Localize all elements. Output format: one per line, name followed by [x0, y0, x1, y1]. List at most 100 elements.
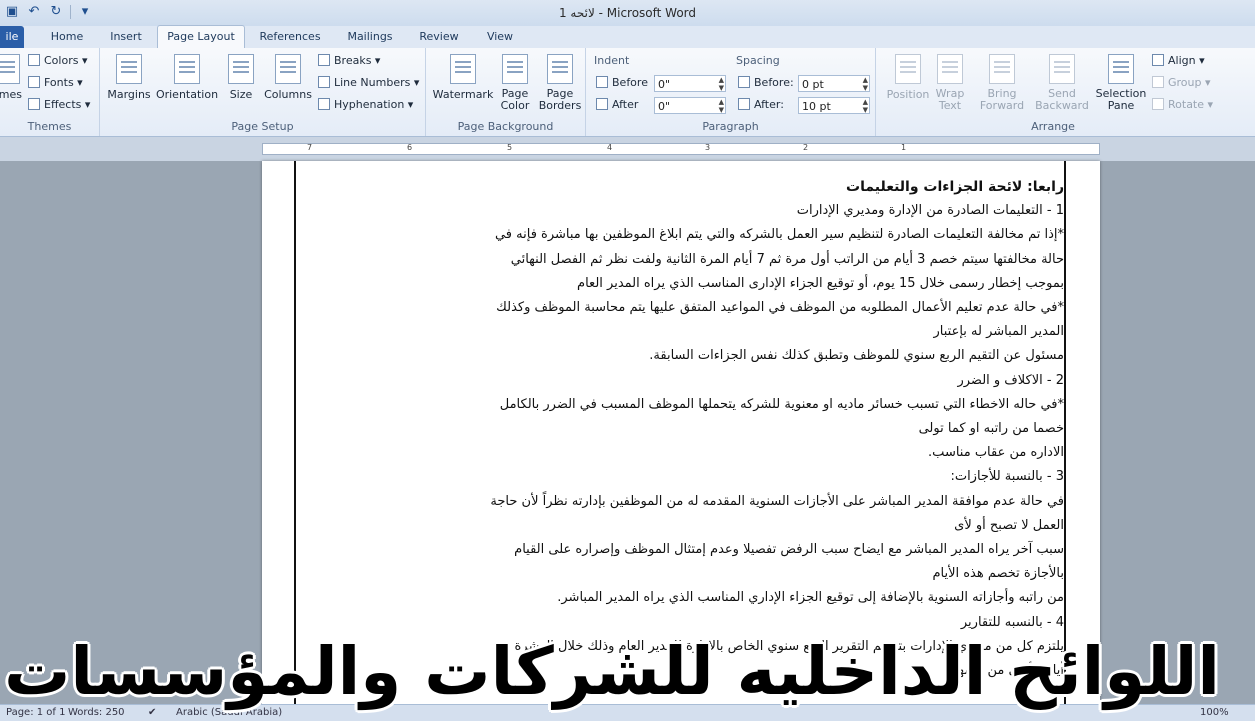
group-icon — [1152, 76, 1164, 88]
horizontal-ruler[interactable]: 7 6 5 4 3 2 1 — [0, 137, 1255, 161]
tab-review[interactable]: Review — [414, 26, 464, 48]
ruler-strip[interactable]: 7 6 5 4 3 2 1 — [262, 143, 1100, 155]
rotate-label: Rotate — [1168, 98, 1205, 111]
page-borders-button[interactable]: Page Borders — [538, 54, 582, 112]
document-line: العمل لا تصبح أو لأى — [954, 517, 1064, 533]
spacing-before-input[interactable]: 0 pt ▲ ▼ — [798, 75, 870, 92]
indent-before-input[interactable]: 0" ▲ ▼ — [654, 75, 726, 92]
watermark-button[interactable]: Watermark — [432, 54, 494, 101]
indent-after-label: After — [596, 96, 638, 114]
ruler-number: 5 — [507, 143, 513, 152]
ruler-number: 4 — [607, 143, 613, 152]
page-color-button[interactable]: Page Color — [496, 54, 534, 112]
group-label: Group — [1168, 76, 1202, 89]
indent-before-icon — [596, 76, 608, 88]
themes-icon — [0, 54, 20, 84]
document-line: 1 - التعليمات الصادرة من الإدارة ومديري … — [796, 203, 1064, 219]
orientation-label: Orientation — [155, 88, 219, 101]
position-button[interactable]: Position — [880, 54, 936, 101]
indent-after-input[interactable]: 0" ▲ ▼ — [654, 97, 726, 114]
ruler-number: 6 — [407, 143, 413, 152]
orientation-button[interactable]: Orientation — [154, 54, 220, 101]
effects-icon — [28, 98, 40, 110]
selection-pane-icon — [1108, 54, 1134, 84]
ruler-number: 1 — [901, 143, 907, 152]
colors-button[interactable]: Colors ▾ — [28, 52, 87, 70]
document-line: حالة مخالفتها سيتم خصم 3 أيام من الراتب … — [510, 251, 1064, 267]
colors-icon — [28, 54, 40, 66]
rotate-icon — [1152, 98, 1164, 110]
columns-button[interactable]: Columns — [262, 54, 314, 101]
tab-view[interactable]: View — [480, 26, 520, 48]
hyphenation-label: Hyphenation — [334, 98, 405, 111]
tab-file[interactable]: ile — [0, 26, 24, 48]
indent-before-spinner[interactable]: ▲ ▼ — [719, 76, 724, 92]
colors-label: Colors — [44, 54, 79, 67]
spacing-after-spinner[interactable]: ▲ ▼ — [863, 98, 868, 114]
spacing-before-label: Before: — [738, 74, 794, 92]
document-line: 2 - الاكلاف و الضرر — [957, 372, 1064, 388]
group-themes: emes Colors ▾ Fonts ▾ Effects ▾ Themes — [0, 48, 100, 136]
ribbon-tabs: ile Home Insert Page Layout References M… — [0, 25, 1255, 49]
spacing-title: Spacing — [736, 54, 780, 67]
size-icon — [228, 54, 254, 84]
document-line: من راتبه وأجازاته السنوية بالإضافة إلى ت… — [557, 590, 1064, 606]
watermark-icon — [450, 54, 476, 84]
group-page-setup: Margins Orientation Size Columns Breaks … — [100, 48, 426, 136]
document-line: *إذا تم مخالفة التعليمات الصادرة لتنظيم … — [494, 227, 1064, 243]
ribbon: emes Colors ▾ Fonts ▾ Effects ▾ Themes M… — [0, 48, 1255, 137]
hyphenation-button[interactable]: Hyphenation ▾ — [318, 96, 413, 114]
spacing-after-input[interactable]: 10 pt ▲ ▼ — [798, 97, 870, 114]
title-bar: ▣ ↶ ↻ ▾ لائحه 1 - Microsoft Word — [0, 0, 1255, 26]
group-button[interactable]: Group ▾ — [1152, 74, 1211, 92]
align-label: Align — [1168, 54, 1196, 67]
margins-button[interactable]: Margins — [106, 54, 152, 101]
effects-label: Effects — [44, 98, 82, 111]
ruler-number: 7 — [307, 143, 313, 152]
line-numbers-icon — [318, 76, 330, 88]
spacing-after-text: After: — [754, 98, 784, 111]
page-color-label-2: Color — [500, 99, 530, 112]
align-button[interactable]: Align ▾ — [1152, 52, 1205, 70]
spacing-before-spinner[interactable]: ▲ ▼ — [863, 76, 868, 92]
margins-icon — [116, 54, 142, 84]
indent-after-value: 0" — [658, 100, 671, 113]
document-body[interactable]: رابعا: لائحة الجزاءات والتعليمات 1 - الت… — [358, 175, 1064, 683]
themes-button[interactable]: emes — [0, 54, 22, 101]
tab-mailings[interactable]: Mailings — [340, 26, 400, 48]
bring-forward-button[interactable]: Bring Forward — [976, 54, 1028, 112]
line-numbers-button[interactable]: Line Numbers ▾ — [318, 74, 419, 92]
rotate-button[interactable]: Rotate ▾ — [1152, 96, 1213, 114]
fonts-icon — [28, 76, 40, 88]
size-button[interactable]: Size — [224, 54, 258, 101]
tab-references[interactable]: References — [254, 26, 326, 48]
send-backward-icon — [1049, 54, 1075, 84]
document-line: الاداره من عقاب مناسب. — [928, 445, 1064, 461]
send-backward-button[interactable]: Send Backward — [1030, 54, 1094, 112]
indent-after-spinner[interactable]: ▲ ▼ — [719, 98, 724, 114]
breaks-icon — [318, 54, 330, 66]
effects-button[interactable]: Effects ▾ — [28, 96, 90, 114]
size-label: Size — [229, 88, 253, 101]
tab-page-layout[interactable]: Page Layout — [157, 25, 245, 49]
breaks-button[interactable]: Breaks ▾ — [318, 52, 380, 70]
fonts-label: Fonts — [44, 76, 74, 89]
wrap-text-button[interactable]: Wrap Text — [932, 54, 968, 112]
page-background-group-label: Page Background — [457, 120, 554, 133]
spacing-after-label: After: — [738, 96, 784, 114]
themes-group-label: Themes — [27, 120, 72, 133]
paragraph-group-label: Paragraph — [702, 120, 759, 133]
tab-home[interactable]: Home — [44, 26, 90, 48]
position-label: Position — [886, 88, 930, 101]
themes-label: emes — [0, 88, 22, 101]
page-borders-icon — [547, 54, 573, 84]
spacing-before-text: Before: — [754, 76, 794, 89]
document-line: 3 - بالنسبة للأجازات: — [950, 469, 1064, 485]
tab-insert[interactable]: Insert — [104, 26, 148, 48]
page-setup-group-label: Page Setup — [231, 120, 294, 133]
page-borders-label-2: Borders — [538, 99, 582, 112]
fonts-button[interactable]: Fonts ▾ — [28, 74, 83, 92]
arrange-group-label: Arrange — [1031, 120, 1075, 133]
spacing-before-icon — [738, 76, 750, 88]
selection-pane-button[interactable]: Selection Pane — [1094, 54, 1148, 112]
